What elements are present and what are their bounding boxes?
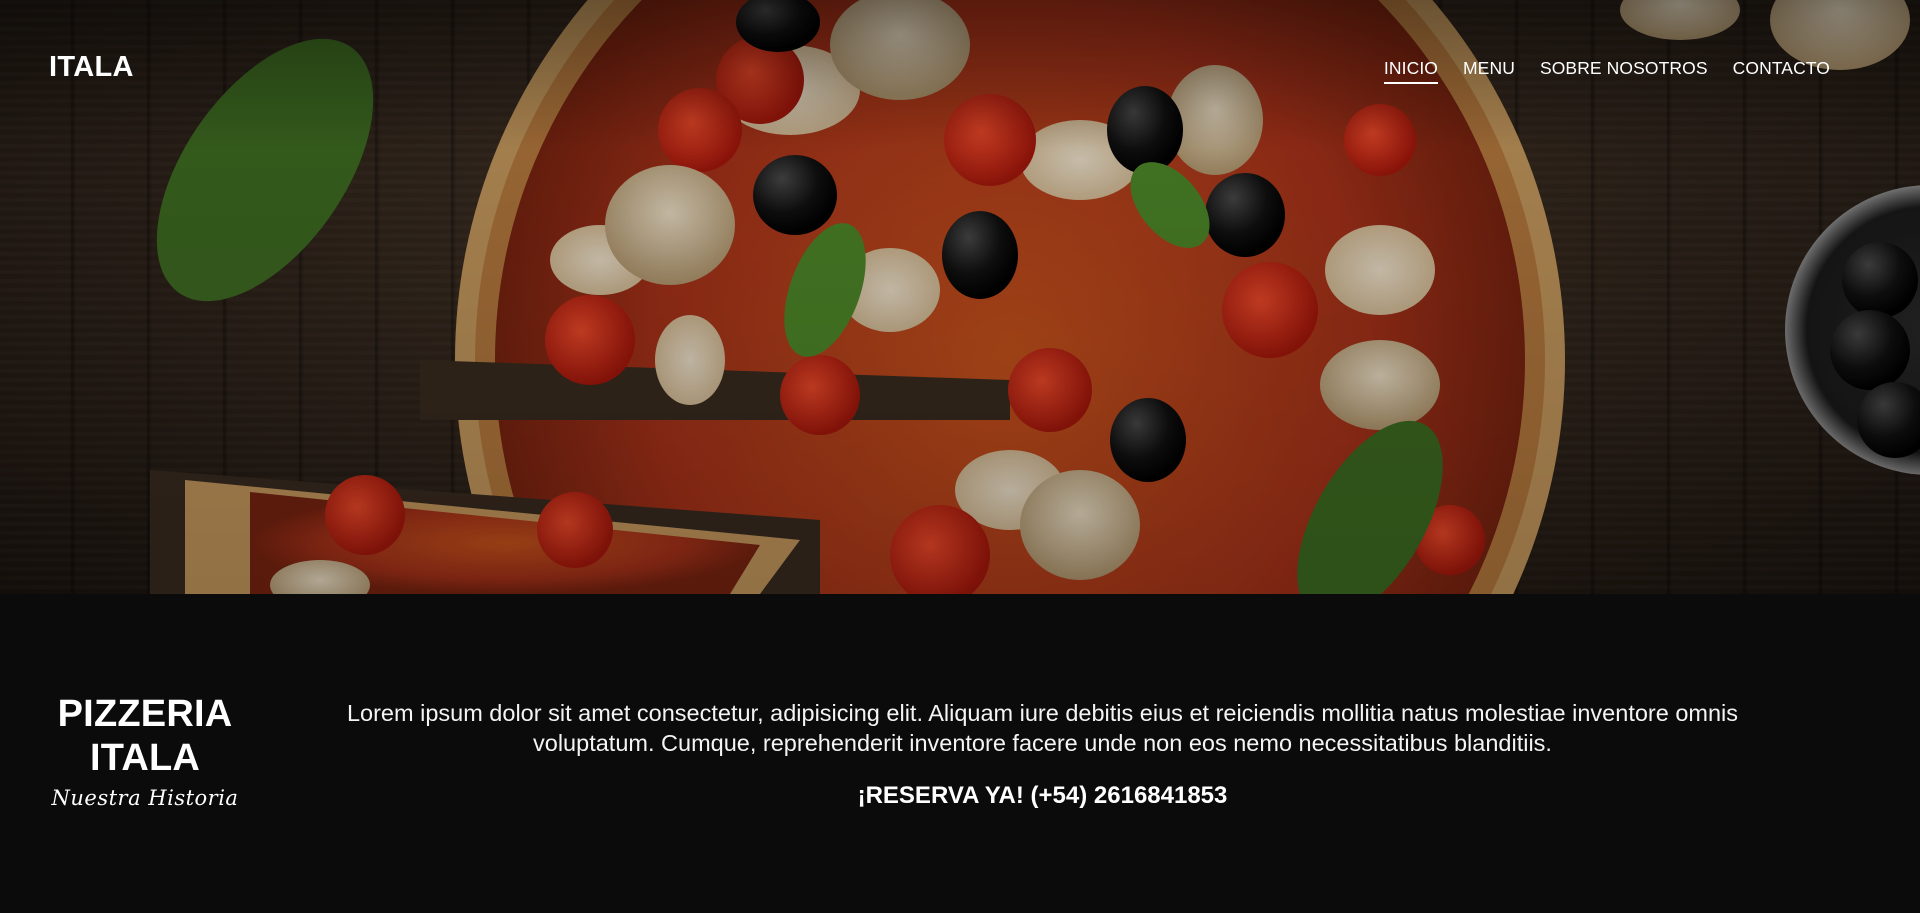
about-title-block: PIZZERIA ITALA Nuestra Historia: [40, 692, 250, 810]
hero-banner: ITALA INICIO MENU SOBRE NOSOTROS CONTACT…: [0, 0, 1920, 594]
about-description: Lorem ipsum dolor sit amet consectetur, …: [346, 700, 1739, 756]
brand-logo[interactable]: ITALA: [49, 51, 134, 84]
nav-link-menu[interactable]: MENU: [1463, 58, 1515, 84]
about-heading-line2: ITALA: [89, 737, 201, 779]
nav-link-inicio[interactable]: INICIO: [1383, 58, 1438, 84]
nav-link-sobre-nosotros[interactable]: SOBRE NOSOTROS: [1540, 58, 1708, 84]
about-subtitle: Nuestra Historia: [51, 786, 239, 810]
reserve-phone-link[interactable]: ¡RESERVA YA! (+54) 2616841853: [285, 782, 1800, 810]
about-section: PIZZERIA ITALA Nuestra Historia Lorem ip…: [0, 594, 1920, 913]
about-body: Lorem ipsum dolor sit amet consectetur, …: [285, 698, 1800, 810]
nav-links: INICIO MENU SOBRE NOSOTROS CONTACTO: [1383, 58, 1830, 84]
about-heading-line1: PIZZERIA: [57, 693, 233, 735]
nav-link-contacto[interactable]: CONTACTO: [1733, 58, 1830, 84]
main-navbar: ITALA INICIO MENU SOBRE NOSOTROS CONTACT…: [0, 0, 1920, 140]
about-heading: PIZZERIA ITALA: [40, 692, 250, 780]
